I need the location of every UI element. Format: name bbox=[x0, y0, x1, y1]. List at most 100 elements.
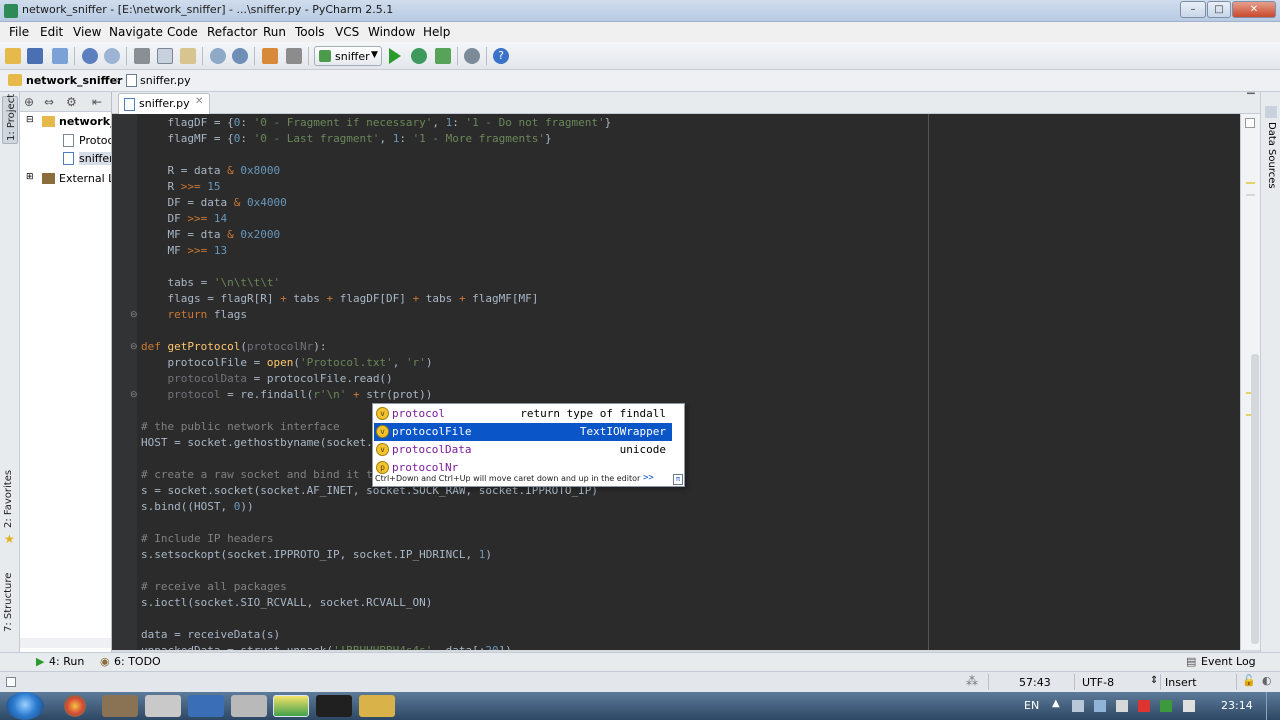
vertical-scrollbar[interactable] bbox=[1251, 354, 1259, 644]
tree-item-sniffer[interactable]: sniffer. bbox=[79, 152, 111, 165]
lock-icon[interactable]: 🔓 bbox=[1242, 674, 1256, 687]
replace-icon[interactable] bbox=[232, 48, 248, 64]
cut-icon[interactable] bbox=[134, 48, 150, 64]
code-line[interactable]: # Include IP headers bbox=[141, 532, 273, 545]
completion-item[interactable]: v protocolFile TextIOWrapper bbox=[374, 423, 672, 441]
console-icon[interactable] bbox=[316, 695, 352, 717]
encoding-select-icon[interactable]: ⇕ bbox=[1150, 675, 1158, 686]
app-icon[interactable] bbox=[188, 695, 224, 717]
language-indicator[interactable]: EN bbox=[1024, 699, 1039, 712]
code-line[interactable]: # the public network interface bbox=[141, 420, 340, 433]
tab-list-icon[interactable]: ▔ bbox=[1247, 94, 1255, 105]
code-line[interactable]: MF = dta & 0x2000 bbox=[141, 228, 280, 241]
windows-start-button[interactable] bbox=[6, 692, 44, 720]
network-icon[interactable] bbox=[1094, 700, 1106, 712]
pycharm-taskbar-icon[interactable] bbox=[273, 695, 309, 717]
code-line[interactable]: # create a raw socket and bind it t bbox=[141, 468, 373, 481]
tree-toggle-icon[interactable]: ⊞ bbox=[26, 172, 34, 182]
code-line[interactable]: s.setsockopt(socket.IPPROTO_IP, socket.I… bbox=[141, 548, 492, 561]
code-line[interactable]: HOST = socket.gethostbyname(socket.g bbox=[141, 436, 379, 449]
data-sources-tool-label[interactable]: Data Sources bbox=[1266, 122, 1277, 189]
structure-tool-label[interactable]: 7: Structure bbox=[3, 573, 14, 632]
clock[interactable]: 23:14 bbox=[1221, 699, 1253, 712]
run-icon[interactable] bbox=[389, 48, 401, 64]
tool-windows-icon[interactable] bbox=[6, 677, 16, 687]
menu-code[interactable]: Code bbox=[167, 25, 198, 39]
menu-refactor[interactable]: Refactor bbox=[207, 25, 257, 39]
collapse-icon[interactable]: ⇔ bbox=[44, 95, 54, 109]
code-line[interactable]: data = receiveData(s) bbox=[141, 628, 280, 641]
open-folder-icon[interactable] bbox=[5, 48, 21, 64]
tray-arrow-icon[interactable]: ▲ bbox=[1052, 698, 1060, 709]
file-encoding[interactable]: UTF-8 bbox=[1082, 676, 1114, 689]
code-editor[interactable]: flagDF = {0: '0 - Fragment if necessary'… bbox=[137, 114, 1240, 650]
tab-sniffer-py[interactable]: sniffer.py ✕ bbox=[118, 93, 210, 114]
menu-window[interactable]: Window bbox=[368, 25, 415, 39]
code-line[interactable]: R >>= 15 bbox=[141, 180, 220, 193]
code-line[interactable]: unpackedData = struct.unpack('!BBHHHBBH4… bbox=[141, 644, 512, 650]
debug-icon[interactable] bbox=[411, 48, 427, 64]
horizontal-scrollbar[interactable] bbox=[20, 638, 111, 648]
hide-icon[interactable]: ⇤ bbox=[92, 95, 102, 109]
drive-icon[interactable] bbox=[1160, 700, 1172, 712]
menu-edit[interactable]: Edit bbox=[40, 25, 63, 39]
menu-vcs[interactable]: VCS bbox=[335, 25, 359, 39]
explorer-icon[interactable] bbox=[102, 695, 138, 717]
target-icon[interactable]: ⊕ bbox=[24, 95, 34, 109]
memory-indicator-icon[interactable]: ⁂ bbox=[966, 674, 978, 688]
code-line[interactable]: return flags bbox=[141, 308, 248, 321]
code-line[interactable]: protocolFile = open('Protocol.txt', 'r') bbox=[141, 356, 432, 369]
inspector-icon[interactable]: ◐ bbox=[1262, 674, 1272, 687]
paste-icon[interactable] bbox=[180, 48, 196, 64]
code-line[interactable]: DF = data & 0x4000 bbox=[141, 196, 286, 209]
tree-toggle-icon[interactable]: ⊟ bbox=[26, 115, 34, 125]
security-icon[interactable] bbox=[1138, 700, 1150, 712]
chrome-icon[interactable] bbox=[64, 695, 86, 717]
breadcrumb-file[interactable]: sniffer.py bbox=[140, 74, 191, 87]
keyboard-icon[interactable] bbox=[1072, 700, 1084, 712]
menu-navigate[interactable]: Navigate bbox=[109, 25, 163, 39]
save-icon[interactable] bbox=[27, 48, 43, 64]
menu-view[interactable]: View bbox=[73, 25, 101, 39]
redo-icon[interactable] bbox=[104, 48, 120, 64]
favorites-tool-label[interactable]: 2: Favorites bbox=[3, 470, 14, 528]
code-line[interactable]: flagDF = {0: '0 - Fragment if necessary'… bbox=[141, 116, 611, 129]
run-tool-button[interactable]: 4: Run bbox=[49, 655, 84, 668]
inspection-status-icon[interactable] bbox=[1245, 118, 1255, 128]
code-line[interactable]: flagMF = {0: '0 - Last fragment', 1: '1 … bbox=[141, 132, 551, 145]
settings-icon[interactable] bbox=[464, 48, 480, 64]
code-line[interactable]: R = data & 0x8000 bbox=[141, 164, 280, 177]
pin-icon[interactable]: π bbox=[673, 474, 683, 485]
show-desktop-button[interactable] bbox=[1266, 692, 1280, 720]
sync-icon[interactable] bbox=[52, 48, 68, 64]
completion-more-link[interactable]: >> bbox=[643, 473, 654, 483]
completion-item[interactable]: v protocol return type of findall bbox=[374, 405, 672, 423]
code-line[interactable]: protocolData = protocolFile.read() bbox=[141, 372, 393, 385]
code-line[interactable]: MF >>= 13 bbox=[141, 244, 227, 257]
volume-icon[interactable] bbox=[1183, 700, 1195, 712]
undo-icon[interactable] bbox=[82, 48, 98, 64]
menu-run[interactable]: Run bbox=[263, 25, 286, 39]
code-line[interactable]: s.bind((HOST, 0)) bbox=[141, 500, 254, 513]
document-icon[interactable] bbox=[231, 695, 267, 717]
close-button[interactable]: ✕ bbox=[1232, 1, 1276, 18]
find-icon[interactable] bbox=[210, 48, 226, 64]
close-tab-icon[interactable]: ✕ bbox=[195, 96, 203, 107]
notepad-icon[interactable] bbox=[145, 695, 181, 717]
forward-icon[interactable] bbox=[286, 48, 302, 64]
caret-position[interactable]: 57:43 bbox=[1019, 676, 1051, 689]
folder-icon[interactable] bbox=[359, 695, 395, 717]
tree-item-protocol[interactable]: Protoc bbox=[79, 134, 111, 147]
run-config-select[interactable]: sniffer ▼ bbox=[314, 46, 382, 66]
event-log-button[interactable]: Event Log bbox=[1201, 655, 1256, 668]
code-line[interactable]: protocol = re.findall(r'\n' + str(prot)) bbox=[141, 388, 433, 401]
code-line[interactable]: s.ioctl(socket.SIO_RCVALL, socket.RCVALL… bbox=[141, 596, 432, 609]
gear-icon[interactable]: ⚙ bbox=[66, 95, 77, 109]
completion-item[interactable]: v protocolData unicode bbox=[374, 441, 672, 459]
tree-external-libraries[interactable]: External Li bbox=[59, 172, 111, 185]
tree-root-project[interactable]: network_s bbox=[59, 115, 111, 128]
code-line[interactable]: DF >>= 14 bbox=[141, 212, 227, 225]
help-icon[interactable]: ? bbox=[493, 48, 509, 64]
code-line[interactable]: flags = flagR[R] + tabs + flagDF[DF] + t… bbox=[141, 292, 538, 305]
tray-app-icon[interactable] bbox=[1116, 700, 1128, 712]
